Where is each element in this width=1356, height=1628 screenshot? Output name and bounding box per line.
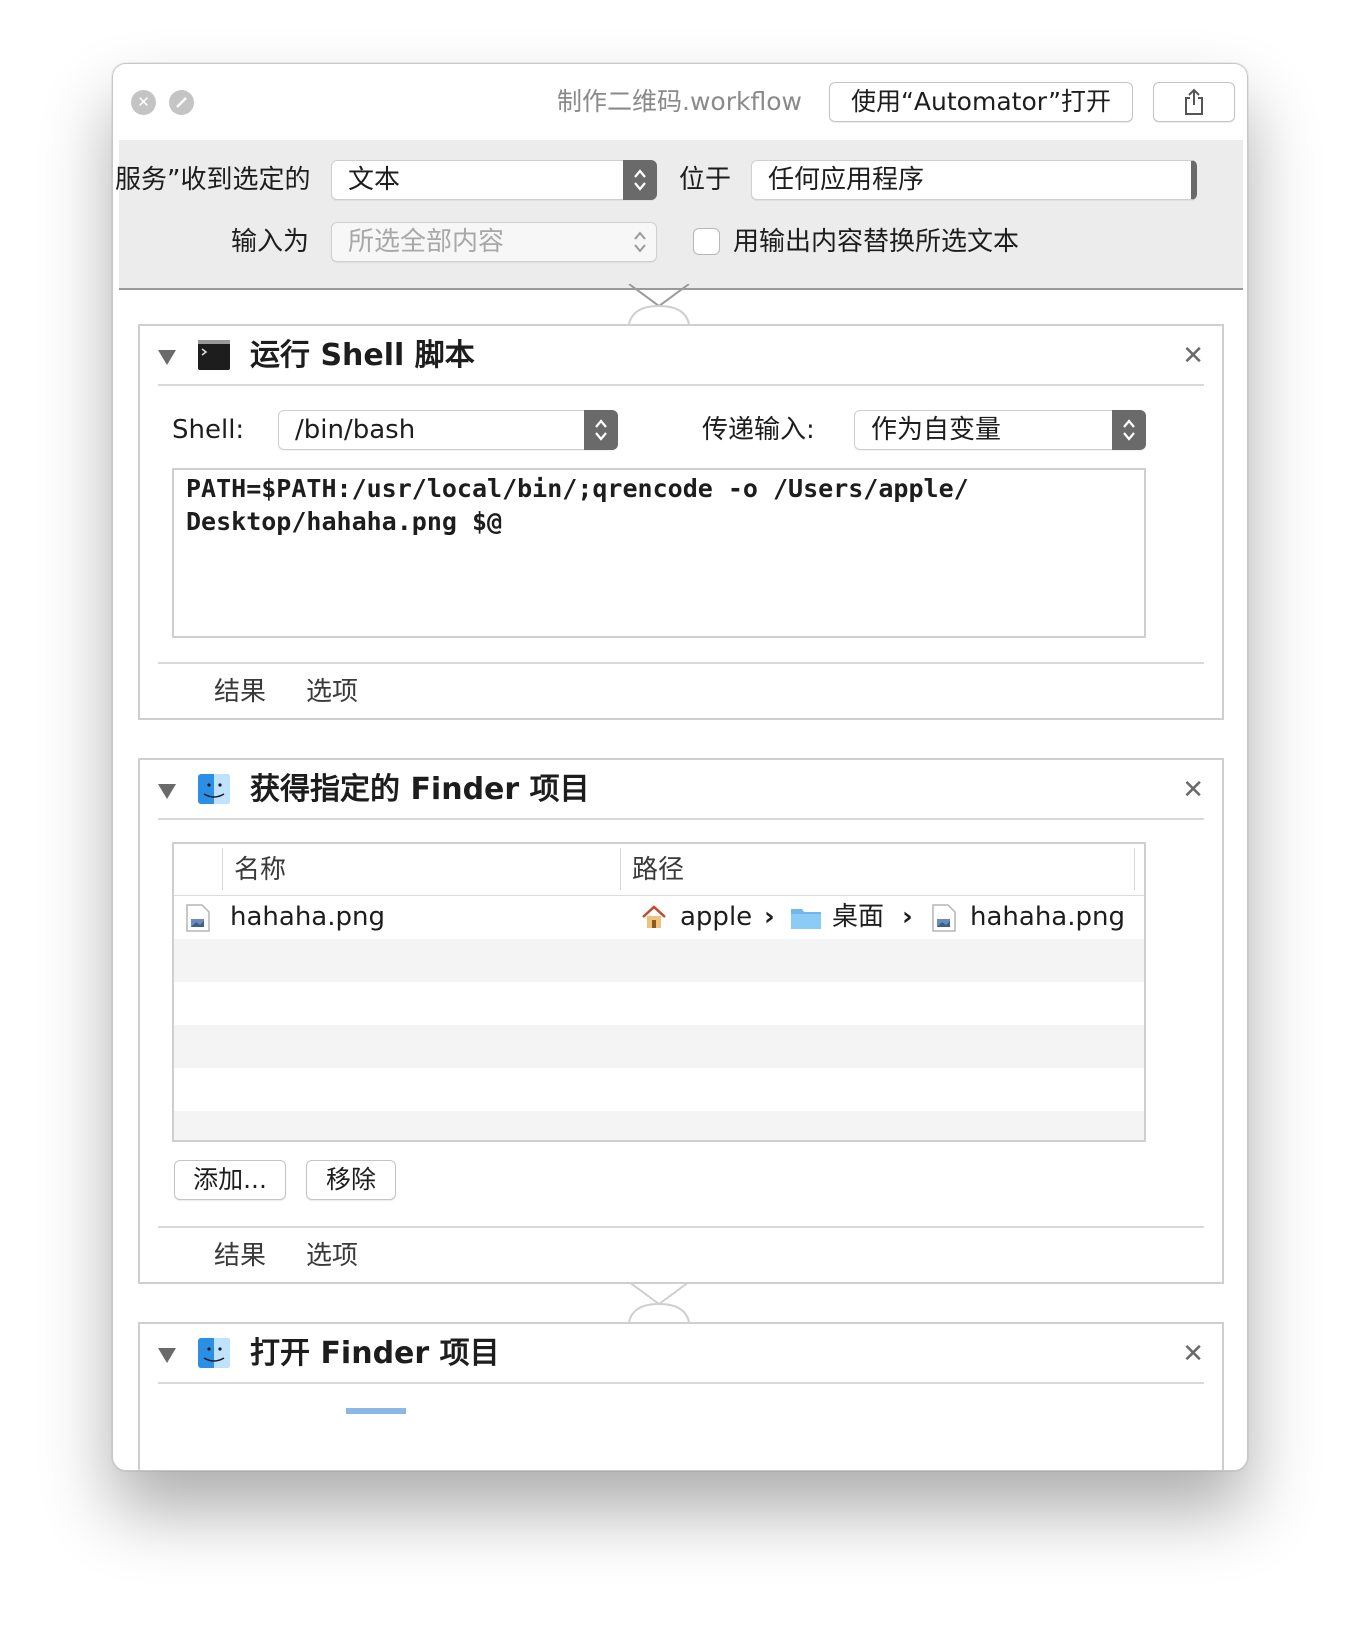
action-title: 运行 Shell 脚本	[250, 338, 475, 373]
column-header-path[interactable]: 路径	[632, 850, 684, 890]
popup-stepper-icon	[623, 222, 657, 262]
options-toggle[interactable]: 选项	[306, 1238, 358, 1274]
replace-selected-text-checkbox[interactable]	[693, 228, 720, 255]
action-header: 获得指定的 Finder 项目 ✕	[140, 760, 1222, 820]
image-file-icon	[932, 904, 956, 932]
path-separator-icon: ›	[902, 902, 913, 932]
path-segment-file: hahaha.png	[970, 902, 1125, 932]
table-row-empty	[174, 1025, 1144, 1068]
table-row[interactable]: hahaha.png apple › 桌面 › hahaha.png	[174, 896, 1144, 939]
remove-item-button[interactable]: 移除	[306, 1160, 396, 1200]
table-header: 名称 路径	[174, 844, 1144, 896]
popup-stepper-icon	[623, 160, 657, 200]
share-button[interactable]	[1153, 82, 1235, 122]
script-editor[interactable]: PATH=$PATH:/usr/local/bin/;qrencode -o /…	[172, 468, 1146, 638]
input-type-value: 文本	[348, 165, 401, 195]
shell-popup[interactable]: /bin/bash	[278, 410, 618, 450]
action-run-shell-script: 运行 Shell 脚本 ✕ Shell: /bin/bash 传递输入: 作为自…	[138, 324, 1224, 720]
popup-fragment	[346, 1408, 406, 1414]
finder-icon	[198, 1338, 230, 1368]
minimize-window-icon[interactable]	[169, 90, 194, 115]
disclosure-triangle-icon[interactable]	[158, 350, 176, 365]
path-segment-home: apple	[680, 902, 753, 932]
column-separator	[1134, 848, 1135, 890]
input-is-popup: 所选全部内容	[331, 222, 657, 262]
action-header: 运行 Shell 脚本 ✕	[140, 326, 1222, 386]
title-bar: ✕ 制作二维码.workflow 使用“Automator”打开	[113, 64, 1247, 140]
results-toggle[interactable]: 结果	[214, 1238, 266, 1274]
terminal-icon	[198, 340, 230, 370]
pass-input-popup[interactable]: 作为自变量	[854, 410, 1146, 450]
path-separator-icon: ›	[764, 902, 775, 932]
share-icon	[1185, 88, 1203, 115]
column-header-name[interactable]: 名称	[234, 850, 286, 890]
table-row-empty	[174, 1111, 1144, 1140]
table-row-empty	[174, 939, 1144, 982]
popup-stepper-icon	[1112, 410, 1146, 450]
close-window-icon[interactable]: ✕	[131, 90, 156, 115]
finder-icon	[198, 774, 230, 804]
divider	[158, 662, 1204, 664]
action-title: 获得指定的 Finder 项目	[250, 772, 590, 807]
remove-action-icon[interactable]: ✕	[1182, 338, 1204, 374]
divider	[158, 384, 1204, 386]
application-popup[interactable]: 任何应用程序	[751, 160, 1197, 200]
column-separator	[620, 848, 621, 890]
input-is-label: 输入为	[231, 227, 310, 257]
pass-input-value: 作为自变量	[871, 415, 1002, 445]
service-receives-label: 服务”收到选定的	[115, 165, 311, 195]
remove-action-icon[interactable]: ✕	[1182, 772, 1204, 808]
workflow-window: ✕ 制作二维码.workflow 使用“Automator”打开 服务”收到选定…	[112, 63, 1248, 1471]
remove-action-icon[interactable]: ✕	[1182, 1336, 1204, 1372]
window-title: 制作二维码.workflow	[557, 87, 802, 116]
replace-selected-text-label: 用输出内容替换所选文本	[733, 227, 1020, 257]
application-value: 任何应用程序	[768, 165, 925, 195]
divider	[158, 1382, 1204, 1384]
action-get-specified-finder-items: 获得指定的 Finder 项目 ✕ 名称 路径 hahaha.png apple…	[138, 758, 1224, 1284]
table-row-empty	[174, 1068, 1144, 1111]
shell-label: Shell:	[172, 415, 245, 445]
open-in-automator-button[interactable]: 使用“Automator”打开	[829, 82, 1133, 122]
service-settings: 服务”收到选定的 文本 位于 任何应用程序 输入为 所选全部内容 用输出内容替换…	[115, 140, 1243, 290]
table-row-empty	[174, 982, 1144, 1025]
results-toggle[interactable]: 结果	[214, 674, 266, 710]
popup-stepper-icon	[584, 410, 618, 450]
image-file-icon	[186, 904, 210, 932]
options-toggle[interactable]: 选项	[306, 674, 358, 710]
finder-items-table: 名称 路径 hahaha.png apple › 桌面 › hahaha.png	[172, 842, 1146, 1142]
action-title: 打开 Finder 项目	[250, 1336, 500, 1371]
action-open-finder-items: 打开 Finder 项目 ✕	[138, 1322, 1224, 1470]
divider	[158, 1226, 1204, 1228]
column-separator	[222, 848, 223, 890]
shell-value: /bin/bash	[295, 415, 416, 445]
flow-connector	[628, 284, 690, 325]
home-icon	[642, 905, 666, 928]
folder-icon	[791, 909, 821, 929]
input-type-popup[interactable]: 文本	[331, 160, 657, 200]
pass-input-label: 传递输入:	[702, 415, 815, 445]
in-application-label: 位于	[679, 165, 732, 195]
add-item-button[interactable]: 添加...	[174, 1160, 286, 1200]
input-is-value: 所选全部内容	[348, 227, 505, 257]
file-name: hahaha.png	[230, 902, 385, 932]
divider	[158, 818, 1204, 820]
disclosure-triangle-icon[interactable]	[158, 784, 176, 799]
action-header: 打开 Finder 项目 ✕	[140, 1324, 1222, 1384]
disclosure-triangle-icon[interactable]	[158, 1348, 176, 1363]
flow-connector	[628, 1282, 690, 1323]
path-segment-desktop: 桌面	[832, 902, 885, 932]
